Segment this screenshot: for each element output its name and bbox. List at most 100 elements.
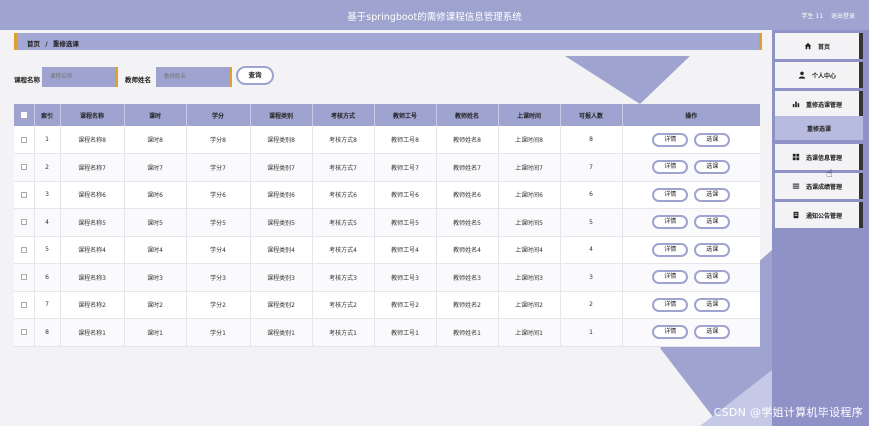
cell-index: 5	[34, 236, 61, 264]
select-course-button[interactable]: 选课	[694, 242, 731, 257]
user-role: 学生 11	[801, 13, 824, 20]
sidebar-item-label: 首页	[817, 43, 830, 51]
column-header: 操作	[685, 112, 698, 120]
course-name-input[interactable]	[42, 67, 118, 87]
cell-quota: 1	[560, 318, 623, 347]
cell-tname: 教师姓名6	[436, 181, 499, 209]
cell-name: 课程名称5	[60, 208, 125, 237]
cell-actions: 详情 选课	[622, 153, 760, 182]
column-header: 课程名称	[60, 104, 125, 126]
cell-actions: 详情 选课	[622, 208, 760, 237]
cell-quota: 6	[560, 181, 623, 209]
cell-hours: 课时6	[124, 181, 187, 209]
cell-category: 课程类别2	[250, 291, 313, 319]
row-checkbox-cell	[14, 208, 35, 237]
table-row: 2 课程名称7 课时7 学分7 课程类别7 考核方式7 教师工号7 教师姓名7 上课时间7 7 详情…	[14, 153, 760, 182]
cell-time: 上课时间1	[498, 318, 561, 347]
column-header: 教师工号	[374, 104, 437, 126]
row-checkbox-cell	[14, 181, 35, 209]
row-checkbox[interactable]	[20, 191, 27, 198]
cell-credit: 学分7	[186, 153, 251, 182]
row-checkbox[interactable]	[20, 301, 27, 308]
select-course-button[interactable]: 选课	[694, 187, 731, 202]
row-checkbox[interactable]	[20, 164, 27, 171]
cell-category: 课程类别7	[250, 153, 313, 182]
detail-button[interactable]: 详情	[652, 215, 689, 230]
select-course-button[interactable]: 选课	[694, 297, 731, 312]
search-button[interactable]: 查询	[236, 66, 274, 85]
cell-tid: 教师工号7	[374, 153, 437, 182]
cell-index: 8	[34, 318, 61, 347]
cell-credit: 学分6	[186, 181, 251, 209]
sidebar-item-home[interactable]: 首页	[775, 33, 863, 59]
select-course-button[interactable]: 选课	[694, 132, 731, 147]
cell-name: 课程名称6	[60, 181, 125, 209]
breadcrumb-home[interactable]: 首页	[27, 40, 40, 48]
cell-exam: 考核方式5	[312, 208, 375, 237]
cell-credit: 学分8	[186, 126, 251, 154]
detail-button[interactable]: 详情	[652, 242, 689, 257]
notice-icon	[793, 211, 799, 219]
detail-button[interactable]: 详情	[652, 132, 689, 147]
sidebar-subitem-retake-course[interactable]: 重修选课	[775, 116, 863, 140]
column-header: 可报人数	[560, 104, 623, 126]
cell-tname: 教师姓名2	[436, 291, 499, 319]
cell-category: 课程类别1	[250, 318, 313, 347]
sidebar-item-retake-management[interactable]: 重修选课管理	[775, 91, 863, 117]
top-bar: 基于springboot的需修课程信息管理系统 学生 11 退出登录	[0, 0, 869, 30]
table-row: 6 课程名称3 课时3 学分3 课程类别3 考核方式3 教师工号3 教师姓名3 上课时间3 3 详情…	[14, 263, 760, 292]
cell-credit: 学分1	[186, 318, 251, 347]
cell-tid: 教师工号8	[374, 126, 437, 154]
cell-quota: 3	[560, 263, 623, 292]
row-checkbox[interactable]	[20, 274, 27, 281]
select-course-button[interactable]: 选课	[694, 325, 731, 340]
course-name-label: 课程名称	[14, 76, 40, 84]
mouse-cursor-icon: ☝	[826, 167, 833, 180]
logout-link[interactable]: 退出登录	[831, 13, 855, 20]
cell-index: 7	[34, 291, 61, 319]
column-header: 课时	[124, 104, 187, 126]
table-body: 1 课程名称8 课时8 学分8 课程类别8 考核方式8 教师工号8 教师姓名8 上课时间8 8 详情…	[14, 126, 760, 347]
cell-exam: 考核方式1	[312, 318, 375, 347]
cell-exam: 考核方式6	[312, 181, 375, 209]
row-checkbox[interactable]	[20, 246, 27, 253]
sidebar-item-grade-management[interactable]: 选课成绩管理	[775, 173, 863, 199]
detail-button[interactable]: 详情	[652, 187, 689, 202]
cell-index: 4	[34, 208, 61, 237]
teacher-name-input[interactable]	[156, 67, 232, 87]
cell-name: 课程名称3	[60, 263, 125, 292]
cell-tname: 教师姓名3	[436, 263, 499, 292]
cell-tname: 教师姓名8	[436, 126, 499, 154]
row-checkbox-cell	[14, 318, 35, 347]
sidebar-item-profile[interactable]: 个人中心	[775, 62, 863, 88]
select-course-button[interactable]: 选课	[694, 270, 731, 285]
cell-hours: 课时8	[124, 126, 187, 154]
cell-tid: 教师工号1	[374, 318, 437, 347]
detail-button[interactable]: 详情	[652, 270, 689, 285]
course-table: 索引 课程名称 课时 学分 课程类别 考核方式 教师工号 教师姓名 上课时间 可…	[14, 104, 760, 347]
cell-credit: 学分3	[186, 263, 251, 292]
cell-index: 2	[34, 153, 61, 182]
detail-button[interactable]: 详情	[652, 325, 689, 340]
cell-name: 课程名称4	[60, 236, 125, 264]
row-checkbox[interactable]	[20, 329, 27, 336]
cell-time: 上课时间3	[498, 263, 561, 292]
detail-button[interactable]: 详情	[652, 297, 689, 312]
row-checkbox[interactable]	[20, 219, 27, 226]
cell-credit: 学分4	[186, 236, 251, 264]
breadcrumb-separator: /	[45, 40, 48, 48]
select-all-checkbox[interactable]	[20, 112, 27, 118]
cell-index: 3	[34, 181, 61, 209]
sidebar-item-notice-management[interactable]: 通知公告管理	[775, 202, 863, 228]
cell-category: 课程类别3	[250, 263, 313, 292]
row-checkbox[interactable]	[20, 136, 27, 143]
select-course-button[interactable]: 选课	[694, 215, 731, 230]
grid-icon	[792, 153, 800, 161]
detail-button[interactable]: 详情	[652, 160, 689, 175]
cell-tid: 教师工号5	[374, 208, 437, 237]
sidebar: 首页 个人中心 重修选课管理 重修选课 选课信息管理 选课成绩管理 通知公告管理	[772, 30, 869, 426]
table-row: 1 课程名称8 课时8 学分8 课程类别8 考核方式8 教师工号8 教师姓名8 上课时间8 8 详情…	[14, 126, 760, 154]
select-course-button[interactable]: 选课	[694, 160, 731, 175]
sidebar-item-course-info[interactable]: 选课信息管理	[775, 144, 863, 170]
cell-tname: 教师姓名7	[436, 153, 499, 182]
